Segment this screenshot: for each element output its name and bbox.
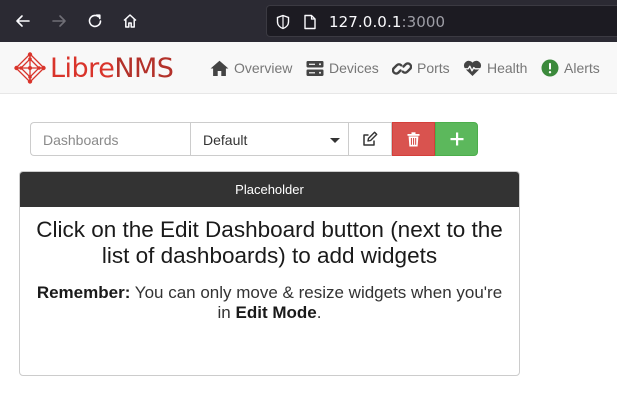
note-end: .: [316, 303, 322, 322]
dashboard-controls: Dashboards Default: [30, 122, 478, 156]
home-icon: [210, 60, 229, 76]
browser-toolbar: 127.0.0.1:3000: [0, 0, 617, 42]
nav-item-label: Health: [487, 60, 528, 76]
nav-item-overview[interactable]: Overview: [210, 42, 292, 94]
back-button[interactable]: [12, 10, 34, 32]
dashboards-label: Dashboards: [30, 122, 190, 156]
exclamation-circle-icon: [541, 59, 559, 77]
nav-item-label: Overview: [234, 60, 293, 76]
note-strong: Remember:: [36, 283, 131, 302]
arrow-left-icon: [16, 15, 30, 27]
page-icon: [304, 14, 316, 30]
url-port: :3000: [401, 13, 446, 31]
nav-item-devices[interactable]: Devices: [306, 42, 379, 94]
nav-item-ports[interactable]: Ports: [392, 42, 450, 94]
dashboard-select[interactable]: Default: [190, 122, 349, 156]
edit-dashboard-button[interactable]: [349, 122, 392, 156]
link-icon: [392, 61, 412, 75]
nav-item-label: Devices: [329, 60, 379, 76]
placeholder-widget: Placeholder Click on the Edit Dashboard …: [19, 171, 520, 376]
librenms-logo[interactable]: LibreNMS: [14, 51, 174, 85]
widget-body: Click on the Edit Dashboard button (next…: [20, 207, 519, 323]
trash-icon: [407, 131, 420, 146]
forward-button[interactable]: [48, 10, 70, 32]
delete-dashboard-button[interactable]: [392, 122, 435, 156]
widget-message: Click on the Edit Dashboard button (next…: [36, 217, 503, 268]
brand-nms: NMS: [114, 52, 174, 84]
note-mode: Edit Mode: [235, 303, 317, 322]
reload-icon: [88, 14, 102, 28]
heartbeat-icon: [463, 60, 482, 76]
url-host: 127.0.0.1: [329, 13, 402, 31]
url-text: 127.0.0.1:3000: [329, 13, 445, 31]
nav-item-alerts[interactable]: Alerts: [541, 42, 600, 94]
app-navbar: LibreNMS Overview Devices Ports Health A…: [0, 42, 617, 94]
widget-note: Remember: You can only move & resize wid…: [36, 283, 503, 323]
librenms-logo-icon: [14, 52, 46, 84]
arrow-right-icon: [52, 15, 66, 27]
nav-item-label: Alerts: [564, 60, 600, 76]
server-icon: [306, 60, 324, 76]
brand-name: LibreNMS: [50, 52, 174, 84]
add-dashboard-button[interactable]: [435, 122, 478, 156]
widget-title: Placeholder: [235, 182, 304, 197]
url-bar[interactable]: 127.0.0.1:3000: [266, 5, 617, 37]
reload-button[interactable]: [84, 10, 106, 32]
home-button[interactable]: [119, 10, 141, 32]
caret-down-icon: [330, 138, 340, 143]
brand-libre: Libre: [50, 52, 115, 84]
plus-icon: [450, 132, 463, 146]
dashboard-select-value: Default: [203, 132, 248, 148]
widget-header[interactable]: Placeholder: [20, 172, 519, 207]
nav-item-health[interactable]: Health: [463, 42, 527, 94]
nav-item-label: Ports: [417, 60, 450, 76]
home-icon: [123, 14, 137, 28]
shield-icon: [276, 14, 290, 30]
edit-icon: [363, 131, 378, 146]
